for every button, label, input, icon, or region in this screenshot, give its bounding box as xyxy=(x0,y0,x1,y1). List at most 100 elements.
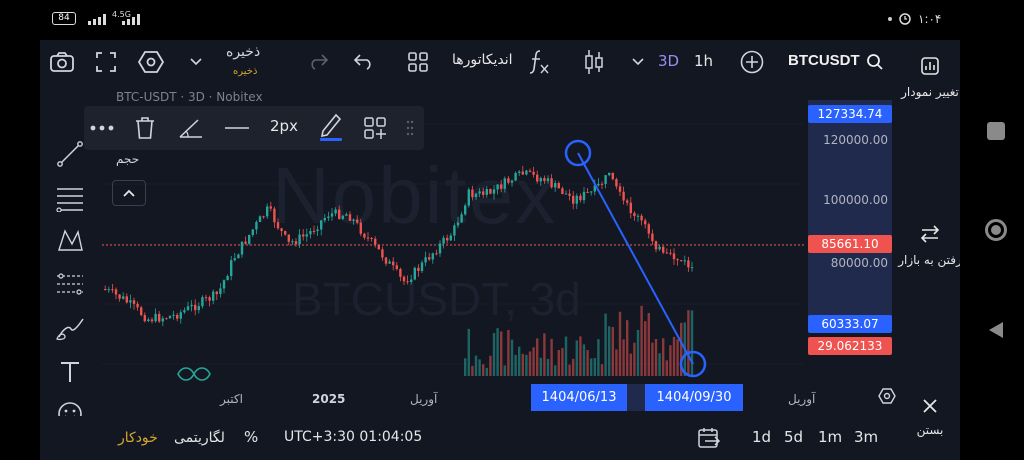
search-icon[interactable] xyxy=(864,48,886,76)
settings-hex-icon[interactable] xyxy=(136,48,166,76)
time-axis[interactable]: اکتبر 2025 آوریل آوریل 1404/06/13 1404/0… xyxy=(102,384,900,416)
candle-body xyxy=(161,318,164,322)
range-5d[interactable]: 5d xyxy=(784,428,803,446)
candle-body xyxy=(392,261,395,266)
candles-icon[interactable] xyxy=(582,48,606,76)
candle-body xyxy=(212,291,215,301)
prediction-icon[interactable] xyxy=(54,270,86,298)
side-panel: تغییر نمودار رفتن به بازار بستن xyxy=(898,40,962,460)
candle-body xyxy=(168,315,172,319)
volume-bar xyxy=(658,353,661,376)
trend-line-icon[interactable] xyxy=(54,140,86,168)
candle-body xyxy=(636,215,640,217)
home-button[interactable] xyxy=(985,219,1007,241)
candle-body xyxy=(287,234,290,242)
indicators-button[interactable]: اندیکاتورها xyxy=(452,52,513,68)
candle-body xyxy=(662,246,665,253)
pencil-color-icon[interactable] xyxy=(316,112,346,141)
candle-body xyxy=(622,191,625,201)
goto-date-icon[interactable] xyxy=(696,424,722,452)
chart-type-icon[interactable] xyxy=(918,52,942,80)
add-template-icon[interactable] xyxy=(360,114,390,142)
go-to-market-button[interactable]: رفتن به بازار xyxy=(892,252,968,268)
volume-bar xyxy=(593,358,596,376)
volume-bar xyxy=(665,360,668,376)
swap-arrows-icon[interactable] xyxy=(918,220,942,248)
save-button[interactable]: ذخیره xyxy=(226,44,260,60)
candle-body xyxy=(572,195,575,204)
back-button[interactable] xyxy=(987,320,1005,340)
redo-icon[interactable] xyxy=(306,48,332,76)
pattern-icon[interactable] xyxy=(54,226,86,254)
layouts-grid-icon[interactable] xyxy=(404,48,432,76)
candle-body xyxy=(165,318,168,320)
scroll-back-icon[interactable] xyxy=(177,367,211,381)
auto-scale-toggle[interactable]: خودکار xyxy=(118,430,158,446)
candle-body xyxy=(345,214,348,216)
candle-body xyxy=(582,191,586,201)
more-dots-icon[interactable] xyxy=(86,114,118,142)
log-scale-toggle[interactable]: لگاریتمی xyxy=(174,430,225,446)
drawn-trend-line[interactable] xyxy=(577,152,694,365)
candle-body xyxy=(158,313,161,322)
angle-icon[interactable] xyxy=(176,114,206,142)
price-tick: 120000.00 xyxy=(823,133,888,147)
volume-bar xyxy=(626,320,629,376)
timezone-clock[interactable]: UTC+3:30 01:04:05 xyxy=(284,429,422,445)
line-width-button[interactable]: 2px xyxy=(270,117,298,135)
time-tick: 2025 xyxy=(312,392,346,406)
undo-icon[interactable] xyxy=(350,48,376,76)
volume-bar xyxy=(597,339,600,376)
candle-body xyxy=(669,252,672,254)
fullscreen-icon[interactable] xyxy=(92,48,120,76)
timeframe-1h[interactable]: 1h xyxy=(694,52,713,70)
close-icon[interactable] xyxy=(920,392,940,420)
timeframe-3d[interactable]: 3D xyxy=(658,52,679,70)
text-tool-icon[interactable] xyxy=(54,358,86,386)
change-chart-button[interactable]: تغییر نمودار xyxy=(892,84,968,100)
line-style-icon[interactable] xyxy=(222,114,252,142)
range-3m[interactable]: 3m xyxy=(854,428,878,446)
fib-lines-icon[interactable] xyxy=(54,184,86,212)
brush-icon[interactable] xyxy=(54,314,86,342)
recents-button[interactable] xyxy=(987,122,1005,140)
percent-scale-toggle[interactable]: % xyxy=(244,428,258,446)
symbol-search-button[interactable]: BTCUSDT xyxy=(788,52,860,69)
save-dropdown-chevron-icon[interactable] xyxy=(186,48,206,76)
candle-body xyxy=(230,260,233,277)
candle-body xyxy=(644,220,647,225)
camera-icon[interactable] xyxy=(46,48,78,76)
volume-bar xyxy=(575,340,578,376)
candle-body xyxy=(258,216,262,223)
range-1d[interactable]: 1d xyxy=(752,428,771,446)
add-plus-icon[interactable] xyxy=(738,48,766,76)
candle-body xyxy=(395,265,398,269)
drag-handle-icon[interactable] xyxy=(402,114,418,142)
collapse-volume-button[interactable] xyxy=(112,180,146,206)
trash-icon[interactable] xyxy=(130,114,160,142)
candle-body xyxy=(590,191,593,193)
candle-body xyxy=(147,319,150,322)
price-axis[interactable]: 120000.00 100000.00 80000.00 127334.74 8… xyxy=(804,84,900,384)
candle-body xyxy=(600,183,604,185)
range-1m[interactable]: 1m xyxy=(818,428,842,446)
candle-body xyxy=(406,281,409,283)
signal-icon-2 xyxy=(122,14,140,25)
function-fx-icon[interactable] xyxy=(526,48,552,76)
status-clock: ۱:۰۴ xyxy=(918,12,942,26)
notification-dot xyxy=(888,17,892,21)
candle-body xyxy=(154,313,157,322)
candle-body xyxy=(348,214,352,221)
candle-body xyxy=(183,310,186,313)
chart-type-chevron-icon[interactable] xyxy=(628,48,648,76)
close-button[interactable]: بستن xyxy=(892,422,968,438)
volume-bar xyxy=(500,331,503,376)
candle-body xyxy=(464,205,467,215)
axis-settings-icon[interactable] xyxy=(876,382,898,410)
candle-body xyxy=(201,297,204,307)
candle-body xyxy=(208,297,211,301)
volume-label: حجم xyxy=(116,152,140,166)
candle-body xyxy=(266,206,269,217)
volume-bar xyxy=(496,328,499,376)
candle-body xyxy=(111,289,114,291)
